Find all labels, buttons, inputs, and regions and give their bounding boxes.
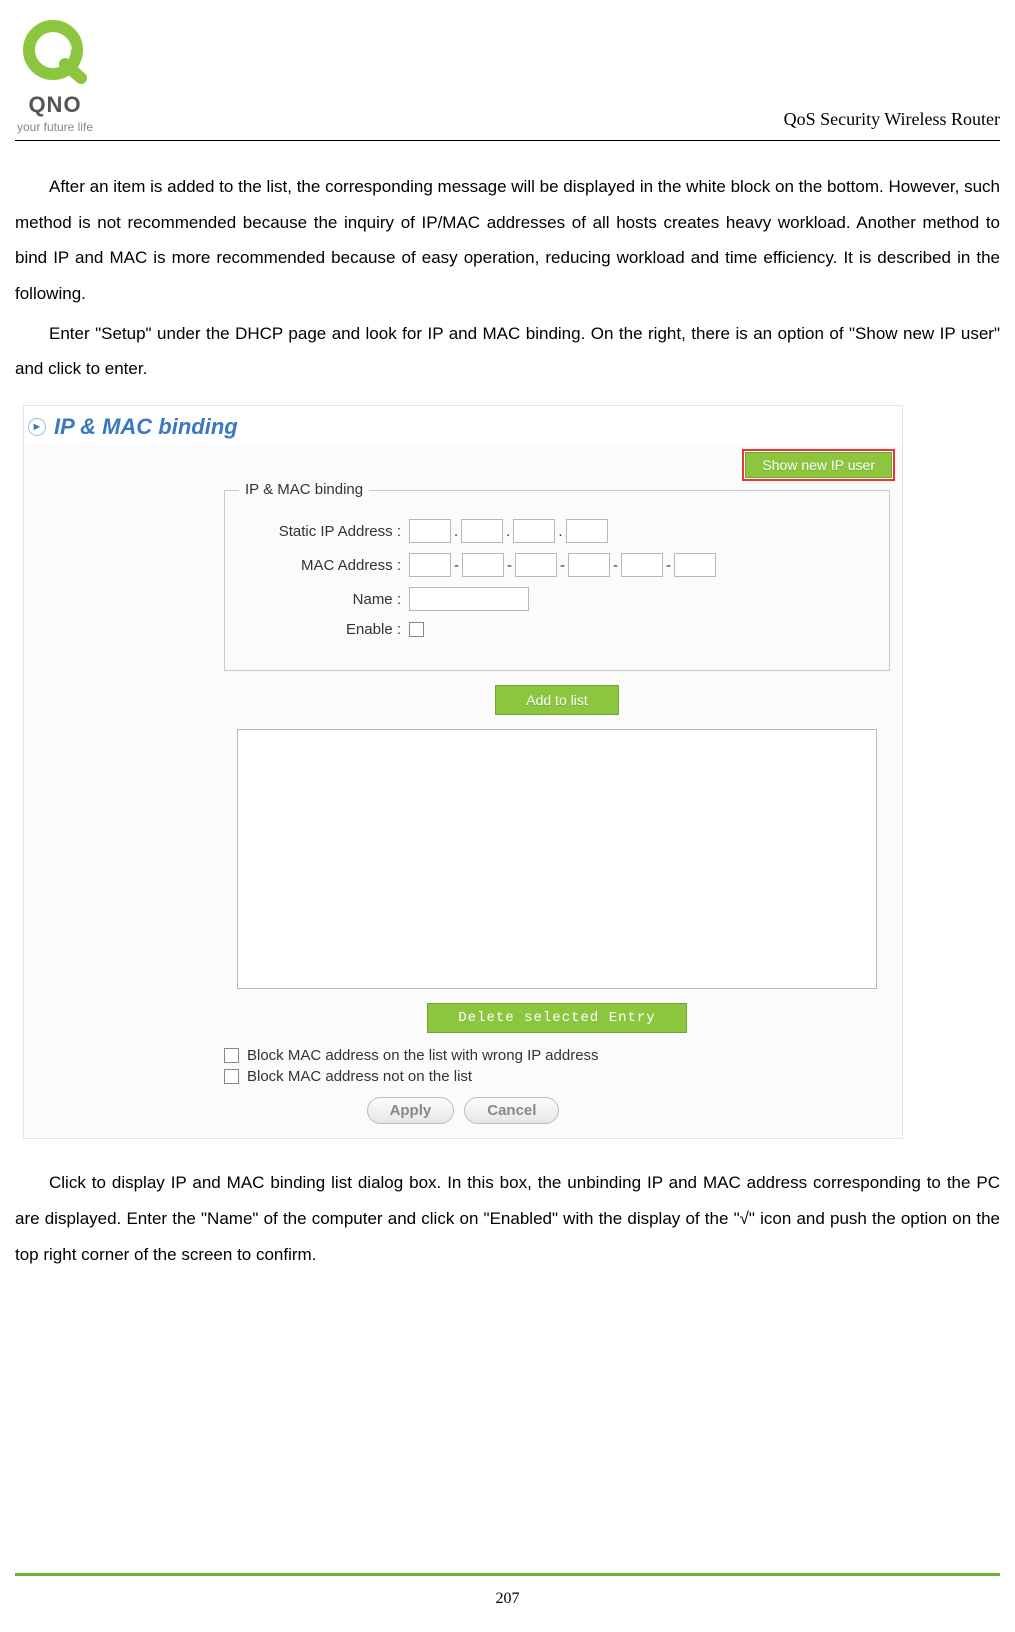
page-number: 207 [0, 1590, 1015, 1608]
add-to-list-button[interactable]: Add to list [495, 685, 618, 715]
body-text-block-2: Click to display IP and MAC binding list… [15, 1165, 1000, 1272]
name-label: Name : [249, 591, 409, 608]
enable-checkbox[interactable] [409, 622, 424, 637]
block-wrong-ip-checkbox[interactable] [224, 1048, 239, 1063]
name-input[interactable] [409, 587, 529, 611]
show-new-ip-user-button[interactable]: Show new IP user [745, 452, 892, 478]
mac-octet-1[interactable] [409, 553, 451, 577]
mac-label: MAC Address : [249, 557, 409, 574]
page-header: QNO your future life QoS Security Wirele… [15, 20, 1000, 141]
apply-button[interactable]: Apply [367, 1097, 455, 1124]
mac-octet-3[interactable] [515, 553, 557, 577]
paragraph-3: Click to display IP and MAC binding list… [15, 1165, 1000, 1272]
binding-listbox[interactable] [237, 729, 877, 989]
mac-octet-6[interactable] [674, 553, 716, 577]
qno-logo-icon [15, 20, 95, 90]
static-ip-octet-2[interactable] [461, 519, 503, 543]
ip-mac-binding-fieldset: IP & MAC binding Static IP Address : . .… [224, 490, 890, 671]
paragraph-1: After an item is added to the list, the … [15, 169, 1000, 312]
static-ip-octet-3[interactable] [513, 519, 555, 543]
mac-octet-4[interactable] [568, 553, 610, 577]
mac-octet-5[interactable] [621, 553, 663, 577]
brand-tagline: your future life [17, 120, 93, 134]
static-ip-label: Static IP Address : [249, 523, 409, 540]
block-wrong-ip-label: Block MAC address on the list with wrong… [247, 1047, 599, 1064]
document-title: QoS Security Wireless Router [784, 109, 1000, 134]
footer-rule [15, 1573, 1000, 1576]
static-ip-octet-1[interactable] [409, 519, 451, 543]
section-title: IP & MAC binding [54, 414, 238, 440]
enable-label: Enable : [249, 621, 409, 638]
ip-mac-binding-panel: ► IP & MAC binding Show new IP user IP &… [23, 405, 903, 1139]
static-ip-octet-4[interactable] [566, 519, 608, 543]
section-header: ► IP & MAC binding [24, 406, 902, 446]
fieldset-legend: IP & MAC binding [239, 481, 369, 498]
body-text-block-1: After an item is added to the list, the … [15, 169, 1000, 387]
delete-selected-button[interactable]: Delete selected Entry [427, 1003, 686, 1033]
brand-logo: QNO your future life [15, 20, 95, 134]
chevron-right-icon: ► [28, 418, 46, 436]
brand-name: QNO [28, 92, 81, 118]
cancel-button[interactable]: Cancel [464, 1097, 559, 1124]
block-not-on-list-label: Block MAC address not on the list [247, 1068, 472, 1085]
mac-octet-2[interactable] [462, 553, 504, 577]
block-not-on-list-checkbox[interactable] [224, 1069, 239, 1084]
paragraph-2: Enter "Setup" under the DHCP page and lo… [15, 316, 1000, 387]
